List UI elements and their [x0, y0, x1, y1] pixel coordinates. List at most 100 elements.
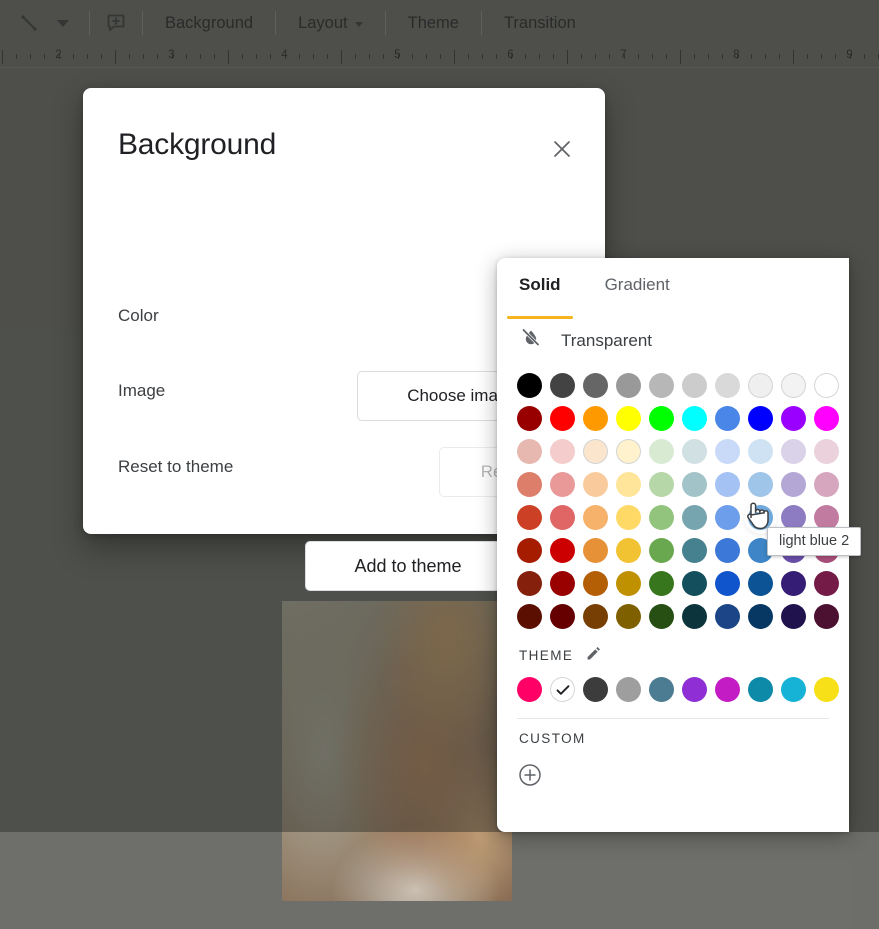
pencil-icon[interactable]	[585, 645, 602, 665]
color-swatch-grid	[497, 367, 849, 633]
color-swatch[interactable]	[748, 373, 773, 398]
theme-color-swatch[interactable]	[781, 677, 806, 702]
color-swatch[interactable]	[715, 406, 740, 431]
theme-color-swatch-selected[interactable]	[550, 677, 575, 702]
color-row-label: Color	[118, 306, 159, 326]
color-swatch[interactable]	[649, 505, 674, 530]
color-swatch[interactable]	[649, 373, 674, 398]
color-swatch[interactable]	[649, 406, 674, 431]
color-swatch[interactable]	[781, 604, 806, 629]
color-swatch[interactable]	[583, 406, 608, 431]
color-swatch[interactable]	[616, 538, 641, 563]
theme-color-swatch[interactable]	[649, 677, 674, 702]
color-swatch[interactable]	[682, 373, 707, 398]
color-swatch[interactable]	[583, 538, 608, 563]
custom-section-header: CUSTOM	[497, 731, 849, 746]
color-swatch[interactable]	[517, 472, 542, 497]
color-swatch[interactable]	[715, 538, 740, 563]
reset-row-label: Reset to theme	[118, 457, 233, 477]
color-swatch[interactable]	[781, 373, 806, 398]
color-swatch[interactable]	[682, 439, 707, 464]
color-swatch[interactable]	[682, 604, 707, 629]
color-swatch[interactable]	[649, 472, 674, 497]
color-swatch[interactable]	[550, 406, 575, 431]
color-swatch[interactable]	[748, 406, 773, 431]
color-swatch[interactable]	[748, 604, 773, 629]
theme-section-header: THEME	[497, 645, 849, 665]
color-swatch[interactable]	[517, 505, 542, 530]
theme-color-swatch[interactable]	[682, 677, 707, 702]
color-swatch[interactable]	[550, 439, 575, 464]
color-swatch[interactable]	[748, 439, 773, 464]
theme-color-swatch[interactable]	[616, 677, 641, 702]
color-swatch[interactable]	[649, 439, 674, 464]
color-swatch[interactable]	[517, 373, 542, 398]
color-swatch[interactable]	[583, 439, 608, 464]
color-swatch[interactable]	[583, 472, 608, 497]
color-swatch[interactable]	[715, 571, 740, 596]
color-swatch[interactable]	[682, 505, 707, 530]
add-to-theme-button[interactable]: Add to theme	[305, 541, 511, 591]
color-swatch[interactable]	[517, 604, 542, 629]
color-swatch[interactable]	[550, 373, 575, 398]
color-swatch[interactable]	[814, 571, 839, 596]
image-row-label: Image	[118, 381, 165, 401]
color-swatch[interactable]	[517, 439, 542, 464]
color-swatch[interactable]	[616, 373, 641, 398]
color-swatch[interactable]	[682, 538, 707, 563]
color-swatch[interactable]	[715, 439, 740, 464]
color-swatch[interactable]	[583, 373, 608, 398]
close-icon[interactable]	[547, 134, 577, 164]
color-swatch[interactable]	[550, 571, 575, 596]
plus-circle-icon[interactable]	[517, 762, 543, 788]
color-swatch[interactable]	[583, 571, 608, 596]
color-swatch[interactable]	[616, 505, 641, 530]
color-swatch[interactable]	[781, 571, 806, 596]
color-swatch[interactable]	[649, 604, 674, 629]
color-swatch[interactable]	[616, 604, 641, 629]
color-swatch[interactable]	[682, 406, 707, 431]
color-swatch[interactable]	[616, 439, 641, 464]
color-swatch[interactable]	[616, 571, 641, 596]
color-swatch[interactable]	[715, 604, 740, 629]
color-swatch[interactable]	[649, 571, 674, 596]
color-swatch[interactable]	[517, 406, 542, 431]
color-swatch[interactable]	[748, 472, 773, 497]
color-swatch[interactable]	[814, 604, 839, 629]
theme-color-swatch[interactable]	[748, 677, 773, 702]
theme-color-swatch[interactable]	[517, 677, 542, 702]
color-swatch[interactable]	[715, 472, 740, 497]
color-swatch[interactable]	[550, 505, 575, 530]
tab-solid[interactable]: Solid	[519, 258, 561, 310]
color-swatch[interactable]	[814, 406, 839, 431]
theme-swatch-grid	[497, 673, 849, 706]
transparent-label: Transparent	[561, 331, 652, 351]
color-swatch[interactable]	[550, 604, 575, 629]
swatch-tooltip: light blue 2	[767, 527, 861, 556]
custom-heading: CUSTOM	[519, 731, 586, 746]
color-swatch[interactable]	[517, 538, 542, 563]
color-swatch[interactable]	[814, 472, 839, 497]
color-swatch[interactable]	[583, 505, 608, 530]
color-swatch[interactable]	[781, 406, 806, 431]
color-swatch[interactable]	[814, 373, 839, 398]
color-swatch[interactable]	[583, 604, 608, 629]
color-swatch[interactable]	[781, 439, 806, 464]
color-swatch[interactable]	[748, 571, 773, 596]
color-swatch[interactable]	[616, 472, 641, 497]
theme-color-swatch[interactable]	[715, 677, 740, 702]
color-swatch[interactable]	[682, 571, 707, 596]
color-swatch[interactable]	[649, 538, 674, 563]
color-swatch[interactable]	[616, 406, 641, 431]
color-swatch[interactable]	[814, 439, 839, 464]
color-swatch[interactable]	[550, 472, 575, 497]
color-swatch[interactable]	[715, 505, 740, 530]
color-swatch[interactable]	[550, 538, 575, 563]
color-swatch[interactable]	[715, 373, 740, 398]
color-swatch[interactable]	[781, 472, 806, 497]
tab-gradient[interactable]: Gradient	[605, 258, 670, 310]
color-swatch[interactable]	[517, 571, 542, 596]
color-swatch[interactable]	[682, 472, 707, 497]
theme-color-swatch[interactable]	[583, 677, 608, 702]
theme-color-swatch[interactable]	[814, 677, 839, 702]
